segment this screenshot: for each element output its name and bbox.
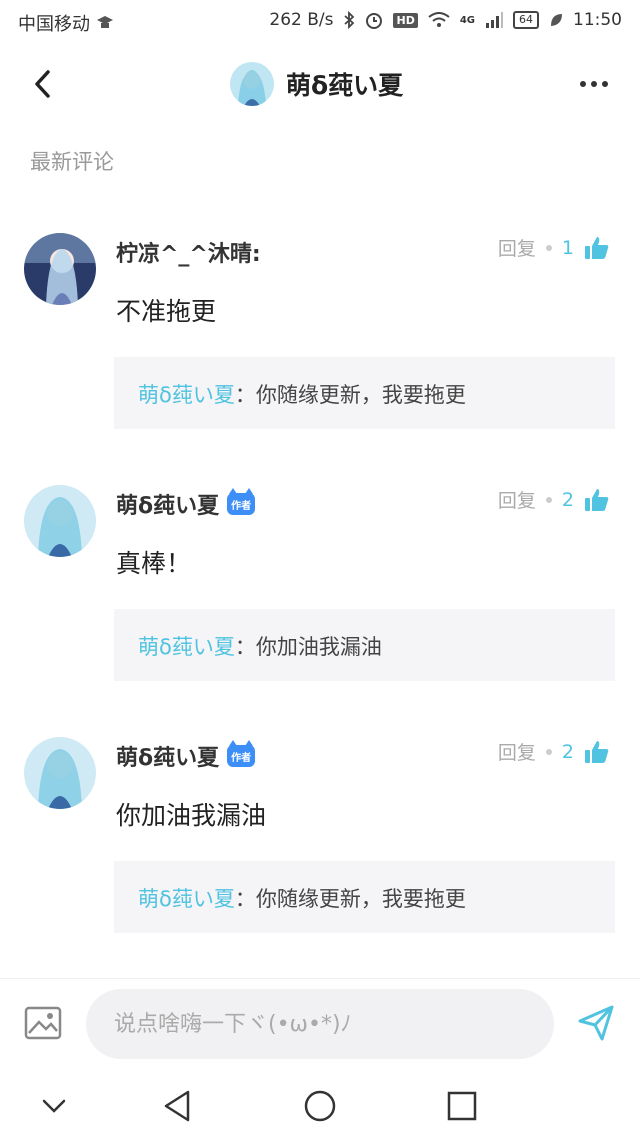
title-group: 萌δ莼い夏 [230,62,403,106]
bluetooth-icon [344,11,355,29]
author-badge: 作者 [227,740,256,767]
username-text: 萌δ莼い夏 [116,494,220,519]
reply-author[interactable]: 萌δ莼い夏 [138,887,235,911]
image-icon[interactable] [24,1006,62,1040]
reply-author[interactable]: 萌δ莼い夏 [138,635,235,659]
reply-button[interactable]: 回复 [498,486,536,513]
comment-input[interactable] [86,989,554,1059]
reply-body: 你加油我漏油 [255,635,382,659]
thumb-up-icon[interactable] [584,235,610,261]
back-triangle-icon[interactable] [158,1088,198,1124]
clock: 11:50 [573,10,622,30]
reply-separator: ： [234,635,256,659]
battery-icon: 64 [513,11,539,29]
author-badge: 作者 [227,488,256,515]
like-count: 2 [561,740,574,763]
recents-square-icon[interactable] [442,1088,482,1124]
reply-box[interactable]: 萌δ莼い夏：你随缘更新，我要拖更 [114,357,615,429]
wifi-icon [428,12,450,27]
home-circle-icon[interactable] [300,1088,340,1124]
network-speed: 262 B/s [269,10,334,30]
thumb-up-icon[interactable] [584,739,610,765]
reply-box[interactable]: 萌δ莼い夏：你随缘更新，我要拖更 [114,861,615,933]
comment-meta: 回复 2 [498,738,610,765]
divider [0,978,640,979]
hd-icon: HD [393,12,418,28]
avatar[interactable] [24,233,96,305]
reply-author[interactable]: 萌δ莼い夏 [138,383,235,407]
comment-username: 萌δ莼い夏 作者 [116,740,256,772]
like-count: 1 [561,236,574,259]
separator-dot [545,496,552,503]
comment-content: 不准拖更 [116,297,217,326]
more-dots-icon[interactable] [580,76,612,92]
back-arrow-icon[interactable] [28,66,60,102]
reply-text: 萌δ莼い夏：你随缘更新，我要拖更 [138,883,466,913]
signal-icon [486,12,503,28]
thumb-up-icon[interactable] [584,487,610,513]
reply-body: 你随缘更新，我要拖更 [255,383,466,407]
page-title: 萌δ莼い夏 [286,71,404,100]
comment-content: 你加油我漏油 [116,801,267,830]
comment-content: 真棒！ [116,549,192,578]
reply-button[interactable]: 回复 [498,738,536,765]
chevron-down-icon[interactable] [34,1088,74,1124]
reply-text: 萌δ莼い夏：你加油我漏油 [138,631,382,661]
status-right: 262 B/s HD 4G 64 11:50 [269,10,622,30]
like-count: 2 [561,488,574,511]
system-nav-bar [0,1076,640,1138]
comment-username: 柠凉^_^沐晴: [116,236,261,268]
status-left: 中国移动 [18,10,114,36]
reply-text: 萌δ莼い夏：你随缘更新，我要拖更 [138,379,466,409]
send-icon[interactable] [576,1003,616,1043]
separator-dot [545,748,552,755]
reply-separator: ： [234,887,256,911]
reply-box[interactable]: 萌δ莼い夏：你加油我漏油 [114,609,615,681]
leaf-icon [551,14,562,26]
comment-meta: 回复 2 [498,486,610,513]
network-type: 4G [459,14,475,26]
section-title: 最新评论 [30,150,114,174]
graduation-cap-icon [97,16,113,28]
separator-dot [545,244,552,251]
status-bar: 中国移动 262 B/s HD 4G 64 11:50 [0,0,640,44]
username-text: 柠凉^_^沐晴: [116,242,261,267]
reply-button[interactable]: 回复 [498,234,536,261]
avatar[interactable] [24,737,96,809]
reply-body: 你随缘更新，我要拖更 [255,887,466,911]
comment-username: 萌δ莼い夏 作者 [116,488,256,520]
reply-separator: ： [234,383,256,407]
username-text: 萌δ莼い夏 [116,746,220,771]
author-avatar[interactable] [230,62,274,106]
carrier-label: 中国移动 [18,14,90,35]
alarm-icon [366,13,383,29]
top-header: 萌δ莼い夏 [0,52,640,118]
avatar[interactable] [24,485,96,557]
comment-meta: 回复 1 [498,234,610,261]
